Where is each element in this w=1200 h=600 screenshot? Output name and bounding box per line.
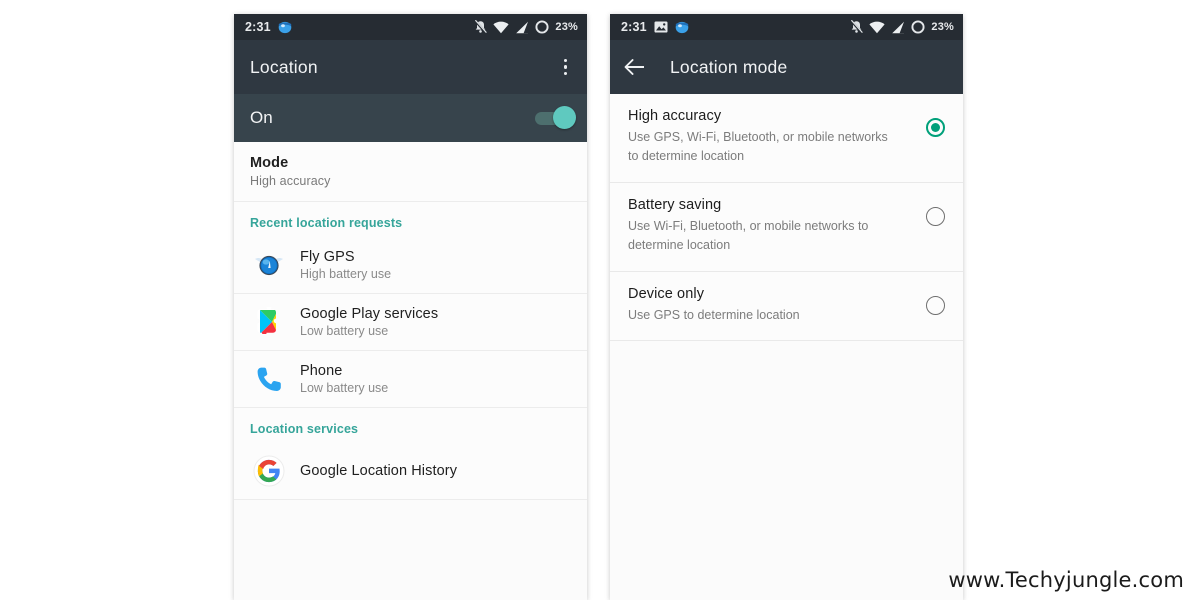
status-bar-right: 2:31 23% [610, 14, 963, 40]
app-name: Google Play services [300, 306, 439, 322]
option-description: Use Wi-Fi, Bluetooth, or mobile networks… [628, 218, 869, 253]
mode-title: Mode [250, 155, 289, 171]
battery-percent: 23% [931, 21, 954, 33]
toggle-thumb [553, 106, 576, 129]
phone-screen-location-mode: 2:31 23% Location mode High accuracy Use… [610, 14, 963, 600]
list-item-mode[interactable]: Mode High accuracy [234, 142, 587, 202]
option-high-accuracy[interactable]: High accuracy Use GPS, Wi-Fi, Bluetooth,… [610, 94, 963, 183]
location-mode-options-list: High accuracy Use GPS, Wi-Fi, Bluetooth,… [610, 94, 963, 600]
signal-icon [891, 21, 905, 34]
list-item-phone[interactable]: Phone Low battery use [234, 351, 587, 408]
option-device-only[interactable]: Device only Use GPS to determine locatio… [610, 271, 963, 341]
app-battery-use: Low battery use [300, 324, 389, 338]
radio-high-accuracy[interactable] [926, 118, 945, 137]
phone-text: Phone Low battery use [300, 363, 388, 395]
google-location-history-text: Google Location History [300, 463, 457, 479]
mode-subtitle: High accuracy [250, 174, 331, 188]
page-title: Location mode [670, 56, 788, 77]
toolbar-location-mode: Location mode [610, 40, 963, 94]
location-toggle-switch[interactable] [535, 106, 576, 129]
options-empty-area [610, 340, 963, 600]
app-name: Fly GPS [300, 249, 355, 265]
google-icon [252, 454, 286, 488]
section-header-recent-location-requests: Recent location requests [234, 202, 587, 237]
option-battery-saving[interactable]: Battery saving Use Wi-Fi, Bluetooth, or … [610, 182, 963, 272]
page-title: Location [250, 56, 318, 77]
fly-gps-icon [252, 248, 286, 282]
overflow-menu-icon[interactable] [558, 53, 574, 82]
battery-icon [535, 20, 549, 34]
battery-icon [911, 20, 925, 34]
service-name: Google Location History [300, 463, 458, 479]
status-time: 2:31 [245, 20, 271, 34]
google-play-services-icon [252, 305, 286, 339]
list-item-fly-gps[interactable]: Fly GPS High battery use [234, 237, 587, 294]
app-battery-use: Low battery use [300, 381, 389, 395]
signal-icon [515, 21, 529, 34]
option-title: High accuracy [628, 108, 722, 124]
app-name: Phone [300, 363, 343, 379]
radio-battery-saving[interactable] [926, 206, 945, 226]
app-notification-icon [675, 21, 689, 34]
section-header-location-services: Location services [234, 408, 587, 443]
wifi-icon [493, 21, 509, 34]
watermark-text: www.Techyjungle.com [948, 568, 1184, 592]
back-arrow-icon[interactable] [624, 58, 658, 76]
phone-icon [252, 362, 286, 396]
list-empty-area [234, 500, 587, 540]
option-title: Device only [628, 285, 705, 302]
location-settings-list: Mode High accuracy Recent location reque… [234, 142, 587, 540]
status-time: 2:31 [621, 20, 647, 34]
battery-percent: 23% [555, 21, 578, 33]
wifi-icon [869, 21, 885, 34]
radio-device-only[interactable] [926, 295, 945, 315]
fly-gps-text: Fly GPS High battery use [300, 249, 391, 281]
app-battery-use: High battery use [300, 267, 392, 281]
status-bar-left: 2:31 23% [234, 14, 587, 40]
option-description: Use GPS to determine location [628, 307, 800, 322]
option-description: Use GPS, Wi-Fi, Bluetooth, or mobile net… [628, 130, 888, 164]
screenshot-icon [654, 21, 668, 33]
location-master-switch-row[interactable]: On [234, 94, 587, 142]
location-switch-label: On [250, 108, 273, 127]
app-notification-icon [278, 21, 292, 34]
toolbar-location: Location [234, 40, 587, 94]
list-item-google-play-services[interactable]: Google Play services Low battery use [234, 294, 587, 351]
notifications-off-icon [850, 20, 864, 34]
list-item-google-location-history[interactable]: Google Location History [234, 443, 587, 500]
notifications-off-icon [474, 20, 488, 34]
option-title: Battery saving [628, 196, 722, 213]
screenshot-canvas: 2:31 23% Location On Mode High accuracy … [0, 0, 1200, 600]
phone-screen-location-settings: 2:31 23% Location On Mode High accuracy … [234, 14, 587, 600]
google-play-services-text: Google Play services Low battery use [300, 306, 438, 338]
